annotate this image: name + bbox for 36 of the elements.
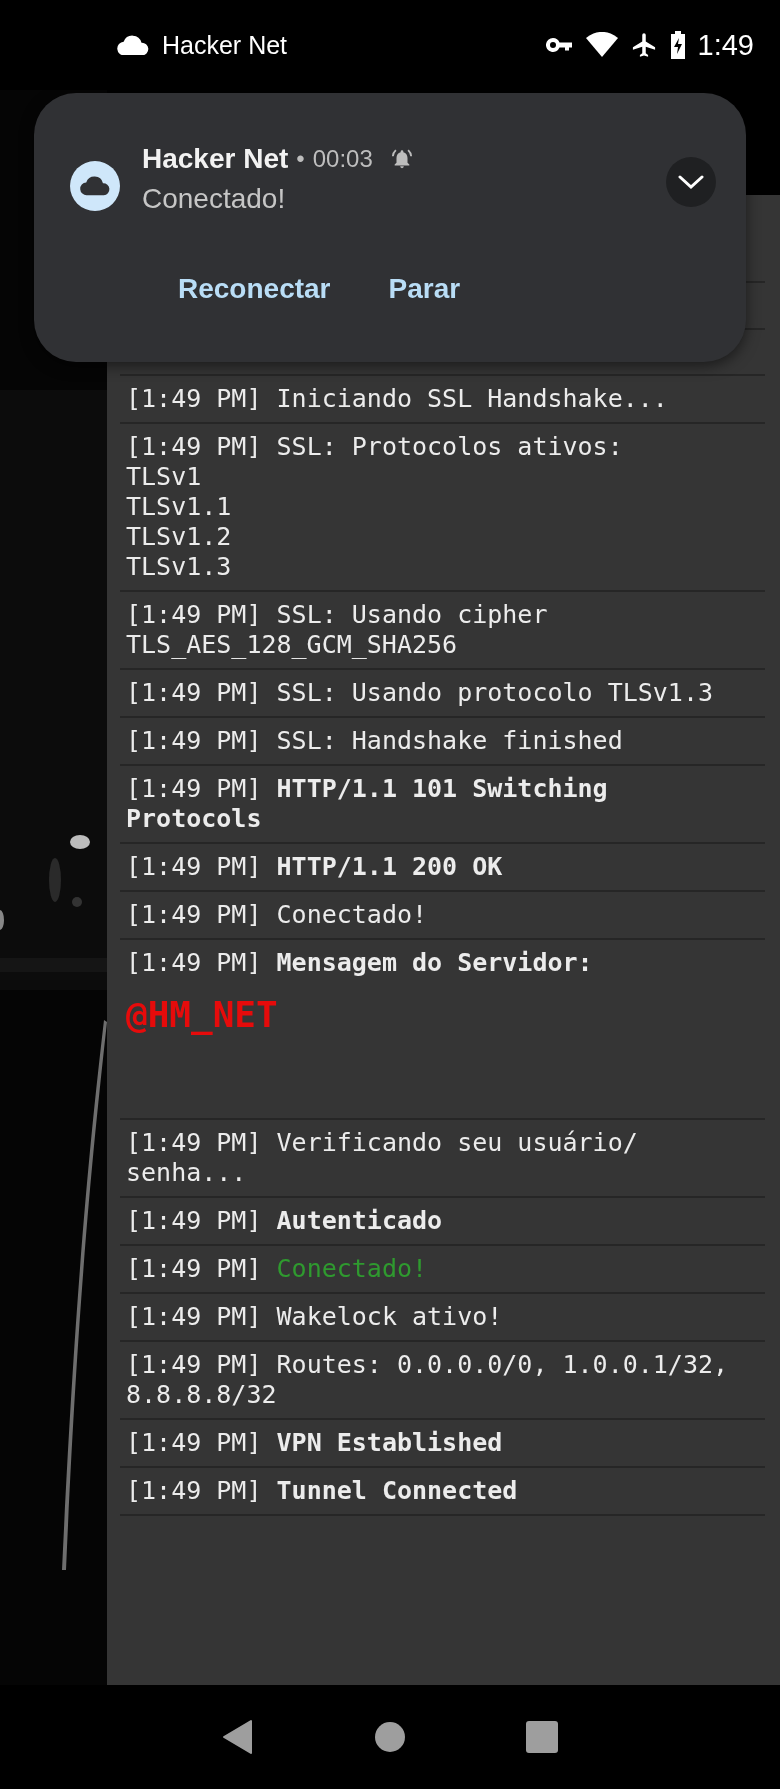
expand-button[interactable] [666, 157, 716, 207]
battery-icon [669, 31, 686, 59]
bell-icon [390, 148, 413, 170]
action-button[interactable]: Reconectar [178, 273, 331, 305]
log-entry: [1:49 PM] Tunnel Connected [126, 1476, 519, 1506]
wifi-icon [585, 32, 618, 58]
log-entry: [1:49 PM] SSL: Handshake finished [126, 726, 624, 756]
log-entry: [1:49 PM] Verificando seu usuário/ senha... [126, 1128, 639, 1188]
log-entry: [1:49 PM] Autenticado [126, 1206, 444, 1236]
app-name: Hacker Net [162, 30, 288, 60]
log-entry: [1:49 PM] Wakelock ativo! [126, 1302, 504, 1332]
action-button[interactable]: Parar [388, 273, 461, 305]
back-icon[interactable] [222, 1719, 254, 1755]
notification-title: Hacker Net [142, 143, 289, 175]
log-entry: [1:49 PM] Conectado! [126, 1254, 429, 1284]
home-icon[interactable] [374, 1721, 406, 1753]
elapsed-time: 00:03 [312, 145, 373, 173]
log-entry: [1:49 PM] Routes: 0.0.0.0/0, 1.0.0.1/32, 8.8.8.8/32 [126, 1350, 730, 1410]
log-entry: [1:49 PM] SSL: Protocolos ativos: TLSv1 TLSv1.1 TLSv1.2 TLSv1.3 [126, 432, 624, 582]
clock: 1:49 [697, 28, 754, 62]
log-entry: [1:49 PM] Conectado! [126, 900, 429, 930]
log-entry: [1:49 PM] SSL: Usando cipher TLS_AES_128_GCM_SHA256 [126, 600, 549, 660]
log-entry: [1:49 PM] HTTP/1.1 200 OK [126, 852, 504, 882]
notification-card[interactable]: Hacker Net • 00:03 Conectado! Reconectar Parar [34, 93, 746, 362]
notification-message: Conectado! [142, 183, 286, 215]
server-message: @HM_NET [126, 993, 278, 1037]
key-icon [545, 36, 574, 54]
separator: • [296, 145, 305, 173]
chevron-down-icon [678, 174, 704, 190]
log-entry: [1:49 PM] Iniciando SSL Handshake... [126, 384, 669, 414]
log-entry: [1:49 PM] HTTP/1.1 101 Switching Protocols [126, 774, 609, 834]
app-icon [70, 161, 120, 211]
log-entry: [1:49 PM] VPN Established [126, 1428, 504, 1458]
log-entry: [1:49 PM] SSL: Usando protocolo TLSv1.3 [126, 678, 715, 708]
cloud-icon [116, 34, 150, 56]
log-entry: [1:49 PM] Mensagem do Servidor: [126, 948, 594, 978]
